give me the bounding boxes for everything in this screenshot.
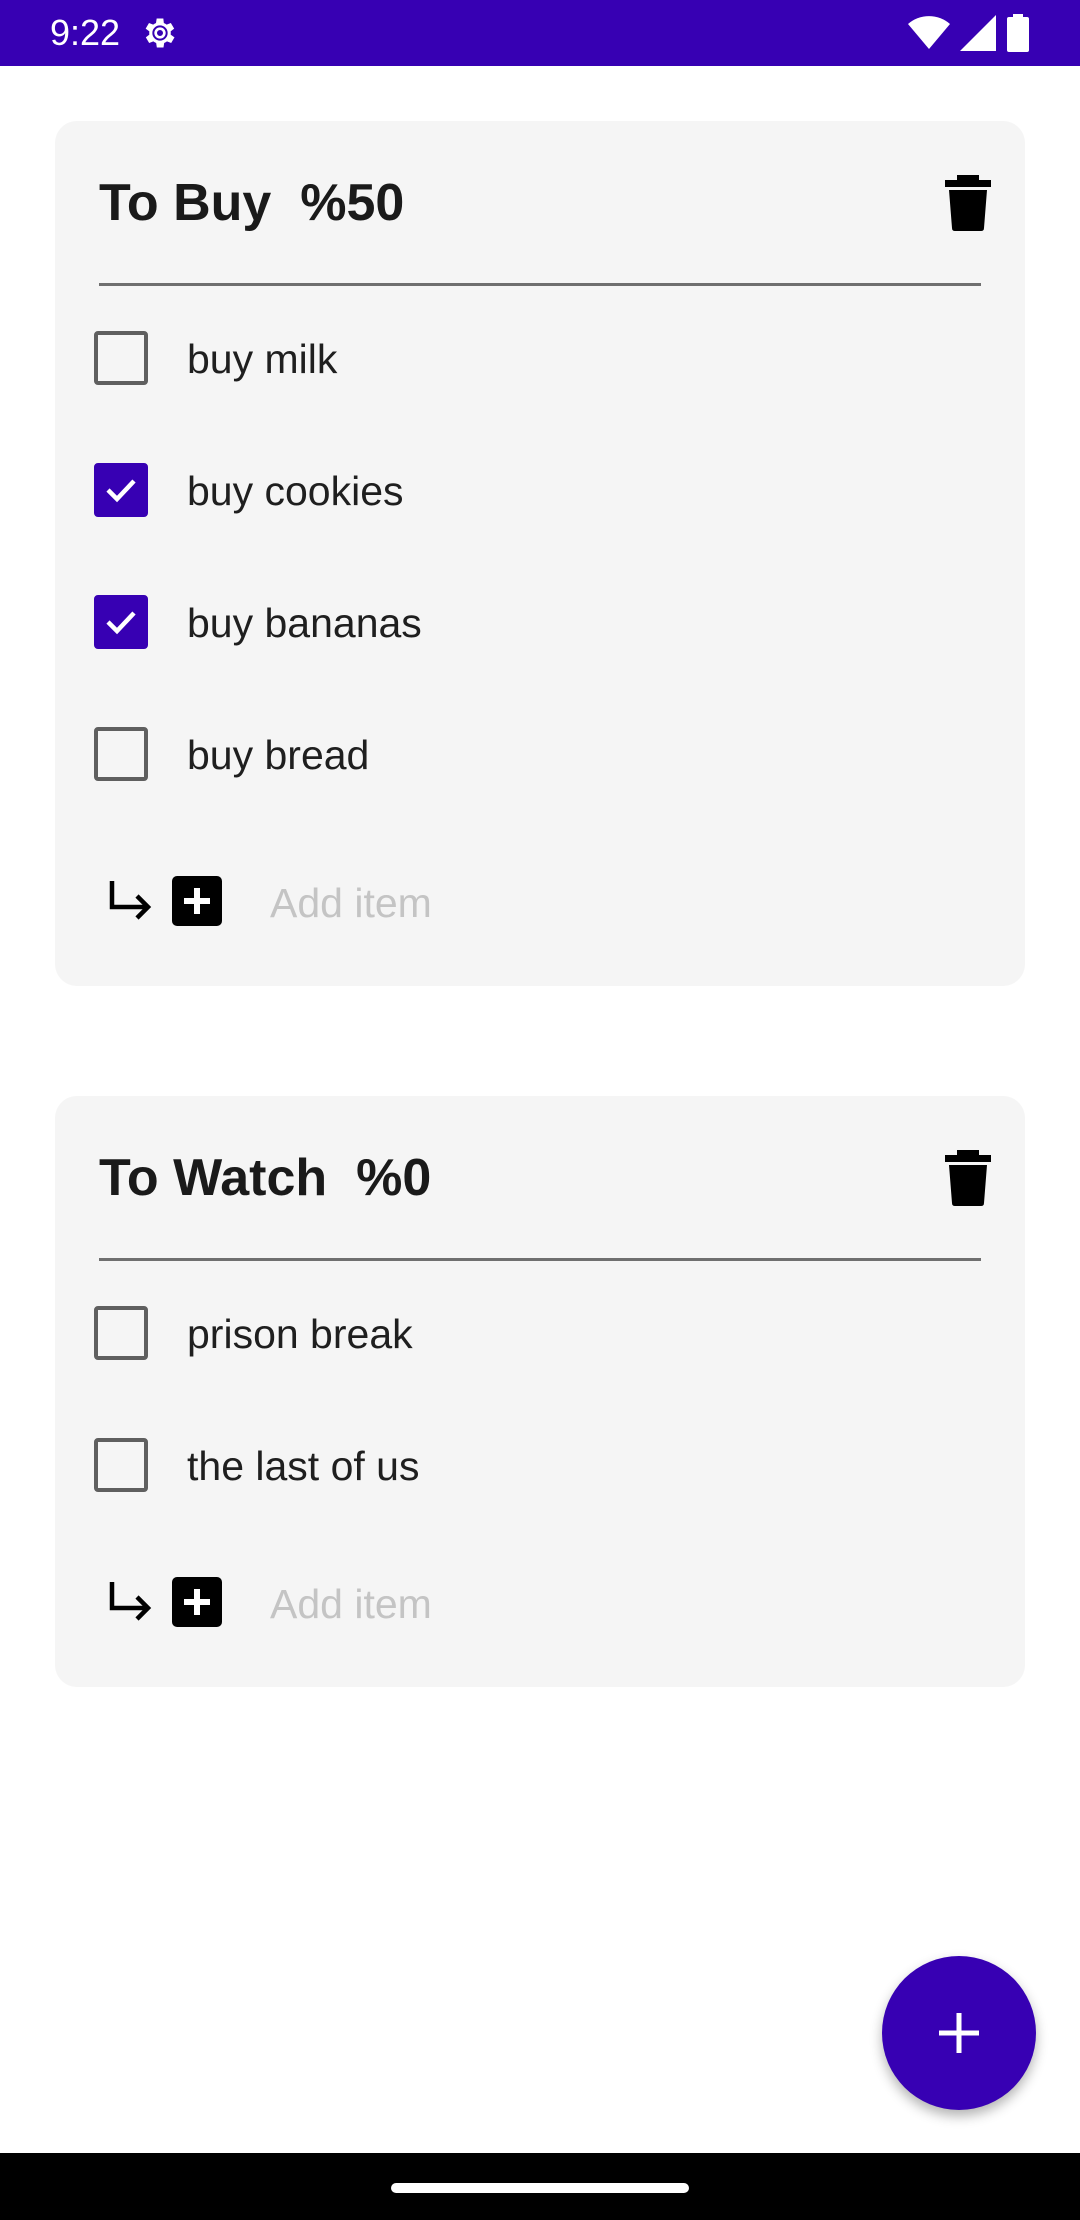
checkmark-icon — [106, 479, 136, 503]
settings-gear-icon — [145, 18, 175, 48]
item-label: buy milk — [187, 336, 338, 382]
add-item-input[interactable] — [270, 1576, 870, 1632]
subdirectory-arrow-icon — [109, 881, 152, 920]
list-item: prison break — [55, 1261, 1025, 1393]
list-card-to-watch: To Watch %0 prison break the last of us — [55, 1096, 1025, 1687]
list-item: buy cookies — [55, 418, 1025, 550]
add-item-row — [55, 857, 1025, 947]
item-checkbox[interactable] — [94, 727, 148, 781]
item-label: the last of us — [187, 1443, 420, 1489]
plus-icon — [939, 2013, 979, 2053]
item-label: buy cookies — [187, 468, 404, 514]
home-gesture-handle[interactable] — [391, 2183, 689, 2193]
add-box-icon[interactable] — [172, 876, 222, 926]
list-item: buy bananas — [55, 550, 1025, 682]
list-title: To Watch %0 — [99, 1149, 432, 1207]
trash-icon[interactable] — [945, 1150, 991, 1206]
battery-icon — [1007, 14, 1029, 52]
item-checkbox[interactable] — [94, 463, 148, 517]
checkmark-icon — [106, 611, 136, 635]
signal-icon — [960, 15, 996, 51]
status-bar: 9:22 — [0, 0, 1080, 66]
item-checkbox[interactable] — [94, 1438, 148, 1492]
item-checkbox[interactable] — [94, 595, 148, 649]
trash-icon[interactable] — [945, 175, 991, 231]
navigation-bar — [0, 2153, 1080, 2220]
item-checkbox[interactable] — [94, 331, 148, 385]
add-item-input[interactable] — [270, 875, 870, 931]
status-time: 9:22 — [50, 12, 121, 53]
list-item: buy milk — [55, 286, 1025, 418]
list-item: the last of us — [55, 1393, 1025, 1525]
subdirectory-arrow-icon — [109, 1582, 152, 1621]
item-checkbox[interactable] — [94, 1306, 148, 1360]
add-item-row — [55, 1558, 1025, 1648]
item-label: buy bread — [187, 732, 370, 778]
list-item: buy bread — [55, 682, 1025, 814]
item-label: buy bananas — [187, 600, 422, 646]
add-list-fab[interactable] — [882, 1956, 1036, 2110]
list-title: To Buy %50 — [99, 174, 405, 232]
list-card-to-buy: To Buy %50 buy milk buy cookies buy bana… — [55, 121, 1025, 986]
item-list: prison break the last of us — [55, 1261, 1025, 1525]
add-box-icon[interactable] — [172, 1577, 222, 1627]
status-icons — [908, 14, 1030, 52]
item-list: buy milk buy cookies buy bananas buy bre… — [55, 286, 1025, 814]
item-label: prison break — [187, 1311, 413, 1357]
wifi-icon — [908, 16, 950, 49]
